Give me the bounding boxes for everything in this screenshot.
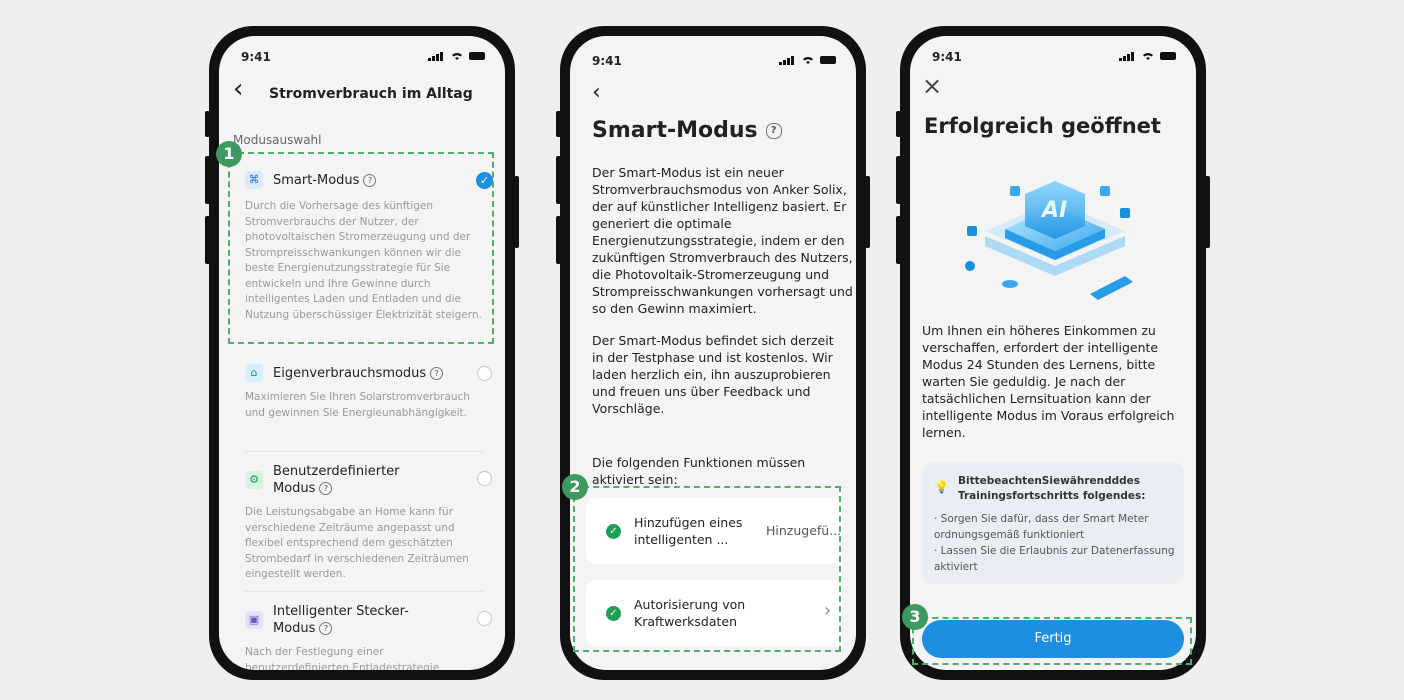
gear-icon: ⚙ <box>245 471 263 489</box>
divider <box>245 591 483 592</box>
close-icon[interactable]: × <box>922 72 942 100</box>
mode-name-line1: Benutzerdefinierter <box>273 464 400 479</box>
mode-description: Maximieren Sie Ihren Solarstromverbrauch… <box>245 391 471 419</box>
home-icon: ⌂ <box>245 364 263 382</box>
mode-item-self-consumption[interactable]: ⌂ Eigenverbrauchsmodus? Maximieren Sie I… <box>243 364 493 444</box>
mode-name-line1: Intelligenter Stecker- <box>273 604 409 619</box>
status-time: 9:41 <box>592 54 622 68</box>
mode-description: Die Leistungsabgabe an Home kann für ver… <box>245 506 469 580</box>
phone-1: 9:41 ‹ Stromverbrauch im Alltag Modusaus… <box>205 26 519 680</box>
step-badge-3: 3 <box>902 604 928 630</box>
highlight-box-2 <box>573 486 841 652</box>
help-icon[interactable]: ? <box>319 622 333 635</box>
help-icon[interactable]: ? <box>430 367 444 380</box>
divider <box>245 451 483 452</box>
battery-icon <box>820 55 836 64</box>
back-button[interactable]: ‹ <box>592 80 601 105</box>
phone-3: 9:41 × Erfolgreich geöffnet AI Um Ihnen … <box>896 26 1210 680</box>
battery-icon <box>469 51 485 60</box>
status-bar: 9:41 <box>241 50 485 66</box>
wifi-icon <box>1142 52 1153 60</box>
signal-icon <box>428 50 444 61</box>
section-label: Modusauswahl <box>233 133 322 147</box>
wifi-icon <box>451 52 462 60</box>
status-time: 9:41 <box>241 50 271 64</box>
help-icon[interactable]: ? <box>319 482 333 495</box>
page-title: Smart-Modus <box>592 118 758 143</box>
lightbulb-icon: 💡 <box>934 480 949 494</box>
mode-name-line2: Modus <box>273 481 316 496</box>
mode-radio[interactable] <box>477 471 492 486</box>
step-badge-2: 2 <box>562 474 588 500</box>
page-title: Erfolgreich geöffnet <box>924 114 1161 138</box>
battery-icon <box>1160 51 1176 60</box>
mode-radio[interactable] <box>477 611 492 626</box>
status-time: 9:41 <box>932 50 962 64</box>
screen-mode-selection: 9:41 ‹ Stromverbrauch im Alltag Modusaus… <box>219 36 505 670</box>
requirements-heading: Die folgenden Funktionen müssen aktivier… <box>592 455 806 487</box>
ai-illustration <box>965 181 1133 300</box>
mode-name: Eigenverbrauchsmodus <box>273 366 427 381</box>
highlight-box-1 <box>228 152 494 344</box>
notice-title: BittebeachtenSiewährendddes Trainingsfor… <box>958 475 1146 502</box>
illustration-label: AI <box>1042 198 1068 223</box>
step-badge-1: 1 <box>216 141 242 167</box>
help-icon[interactable]: ? <box>765 123 782 139</box>
highlight-box-3 <box>912 617 1192 665</box>
mode-name-line2: Modus <box>273 621 316 636</box>
mode-item-custom[interactable]: ⚙ Benutzerdefinierter Modus? Die Leistun… <box>243 461 493 581</box>
success-description: Um Ihnen ein höheres Einkommen zu versch… <box>922 323 1175 440</box>
mode-description: Der Smart-Modus ist ein neuer Stromverbr… <box>592 165 853 316</box>
mode-description-testphase: Der Smart-Modus befindet sich derzeit in… <box>592 333 834 416</box>
status-bar: 9:41 <box>592 54 836 70</box>
notice-item: · Sorgen Sie dafür, dass der Smart Meter… <box>934 513 1149 541</box>
status-bar: 9:41 <box>932 50 1176 66</box>
screen-success: 9:41 × Erfolgreich geöffnet AI Um Ihnen … <box>910 36 1196 670</box>
page-title: Stromverbrauch im Alltag <box>269 86 473 102</box>
signal-icon <box>779 54 795 65</box>
signal-icon <box>1119 50 1135 61</box>
mode-description: Nach der Festlegung einer benutzerdefini… <box>245 646 440 670</box>
wifi-icon <box>802 56 813 64</box>
mode-item-smart-plug[interactable]: ▣ Intelligenter Stecker- Modus? Nach der… <box>243 601 493 670</box>
plug-icon: ▣ <box>245 611 263 629</box>
mode-radio[interactable] <box>477 366 492 381</box>
notice-item: · Lassen Sie die Erlaubnis zur Datenerfa… <box>934 545 1175 573</box>
back-button[interactable]: ‹ <box>233 76 243 102</box>
notice-box: 💡 BittebeachtenSiewährendddes Trainingsf… <box>922 462 1184 584</box>
